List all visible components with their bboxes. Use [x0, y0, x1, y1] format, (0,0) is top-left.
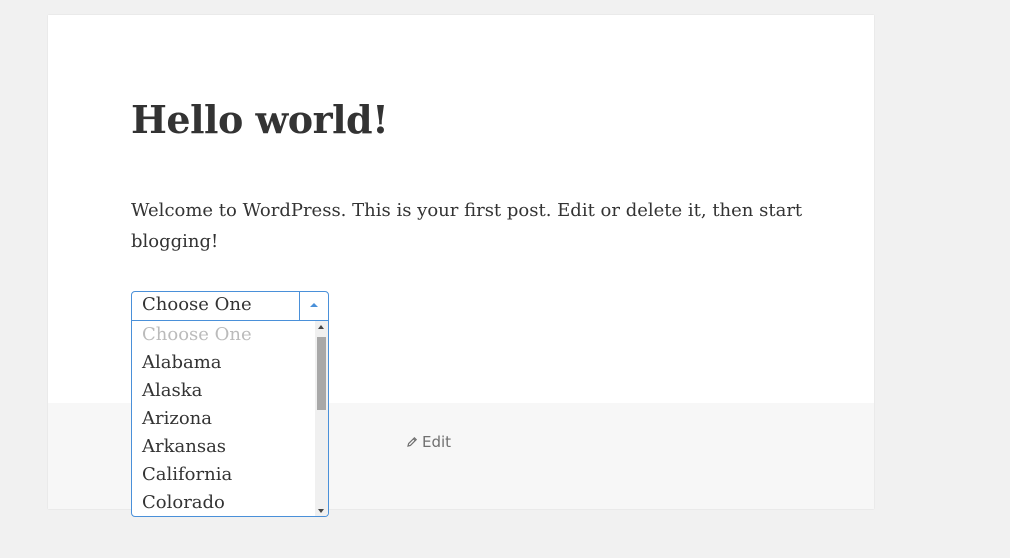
select-options-list: Choose One Alabama Alaska Arizona Arkans… — [132, 321, 315, 516]
select-option-choose-one[interactable]: Choose One — [132, 321, 315, 349]
post-title[interactable]: Hello world! — [131, 97, 389, 142]
scrollbar-thumb[interactable] — [317, 337, 326, 410]
scroll-up-arrow-icon[interactable] — [315, 321, 328, 333]
post-content: Welcome to WordPress. This is your first… — [131, 200, 803, 252]
select-option-california[interactable]: California — [132, 461, 315, 489]
state-select[interactable]: Choose One Choose One Alabama Alaska Ari… — [131, 291, 329, 517]
select-header[interactable]: Choose One — [132, 292, 328, 321]
chevron-up-icon[interactable] — [299, 292, 328, 320]
select-option-alaska[interactable]: Alaska — [132, 377, 315, 405]
select-selected-value: Choose One — [142, 294, 252, 315]
edit-link-label: Edit — [422, 433, 452, 451]
select-option-alabama[interactable]: Alabama — [132, 349, 315, 377]
edit-link[interactable]: Edit — [406, 433, 451, 451]
select-option-colorado[interactable]: Colorado — [132, 489, 315, 516]
options-scrollbar[interactable] — [315, 321, 328, 516]
select-option-arizona[interactable]: Arizona — [132, 405, 315, 433]
scroll-down-arrow-icon[interactable] — [315, 505, 328, 516]
pencil-icon — [406, 434, 418, 447]
select-option-arkansas[interactable]: Arkansas — [132, 433, 315, 461]
